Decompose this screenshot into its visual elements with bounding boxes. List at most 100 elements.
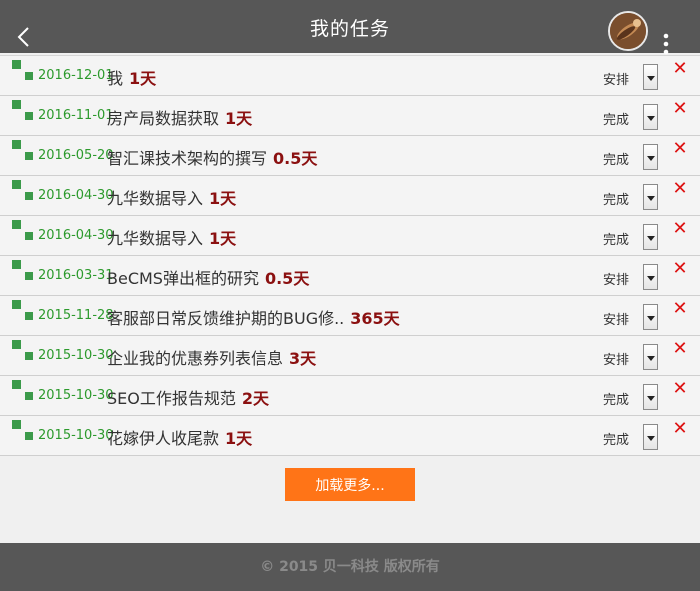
task-date: 2016-03-31 — [38, 268, 114, 283]
app-header: 我的任务 — [0, 0, 700, 55]
green-square-icon — [12, 300, 21, 309]
load-more-button[interactable]: 加载更多... — [285, 468, 415, 501]
task-row[interactable]: 2016-04-30 九华数据导入 1天 完成 ✕ — [0, 176, 700, 216]
green-square-icon — [25, 72, 33, 80]
green-square-icon — [12, 180, 21, 189]
task-name[interactable]: 九华数据导入 — [107, 189, 203, 208]
status-select[interactable] — [643, 264, 658, 290]
task-date: 2015-10-30 — [38, 388, 114, 403]
task-status: 完成 — [603, 433, 630, 448]
task-row[interactable]: 2016-05-20 智汇课技术架构的撰写 0.5天 完成 ✕ — [0, 136, 700, 176]
green-square-icon — [12, 100, 21, 109]
green-square-icon — [25, 192, 33, 200]
task-date: 2016-12-01 — [38, 68, 114, 83]
task-name[interactable]: 我 — [107, 69, 123, 88]
task-name[interactable]: 九华数据导入 — [107, 229, 203, 248]
task-duration: 1天 — [129, 69, 157, 88]
task-status: 安排 — [603, 313, 630, 328]
green-square-icon — [12, 340, 21, 349]
task-name-wrap[interactable]: 我 1天 — [107, 65, 156, 89]
task-name-wrap[interactable]: 花嫁伊人收尾款 1天 — [107, 425, 252, 449]
task-name-wrap[interactable]: 企业我的优惠券列表信息 3天 — [107, 345, 316, 369]
delete-icon[interactable]: ✕ — [672, 140, 688, 158]
green-square-icon — [25, 432, 33, 440]
status-select[interactable] — [643, 344, 658, 370]
task-name[interactable]: 企业我的优惠券列表信息 — [107, 349, 283, 368]
status-select[interactable] — [643, 184, 658, 210]
task-duration: 1天 — [225, 109, 253, 128]
task-duration: 365天 — [350, 309, 400, 328]
task-duration: 3天 — [289, 349, 317, 368]
delete-icon[interactable]: ✕ — [672, 180, 688, 198]
task-duration: 0.5天 — [273, 149, 318, 168]
delete-icon[interactable]: ✕ — [672, 340, 688, 358]
status-select[interactable] — [643, 64, 658, 90]
delete-icon[interactable]: ✕ — [672, 220, 688, 238]
status-select[interactable] — [643, 424, 658, 450]
page-title: 我的任务 — [309, 18, 390, 40]
task-status: 安排 — [603, 273, 630, 288]
task-status: 完成 — [603, 113, 630, 128]
task-list: 2016-12-01 我 1天 安排 ✕ 2016-11-01 房产局数据获取 1天… — [0, 55, 700, 456]
task-name-wrap[interactable]: 智汇课技术架构的撰写 0.5天 — [107, 145, 317, 169]
green-square-icon — [25, 232, 33, 240]
task-status: 完成 — [603, 233, 630, 248]
task-status: 安排 — [603, 73, 630, 88]
task-name-wrap[interactable]: 九华数据导入 1天 — [107, 185, 236, 209]
task-row[interactable]: 2015-10-30 企业我的优惠券列表信息 3天 安排 ✕ — [0, 336, 700, 376]
task-name-wrap[interactable]: 九华数据导入 1天 — [107, 225, 236, 249]
task-duration: 2天 — [241, 389, 270, 408]
task-name[interactable]: 房产局数据获取 — [107, 109, 219, 128]
task-row[interactable]: 2016-03-31 BeCMS弹出框的研究 0.5天 安排 ✕ — [0, 256, 700, 296]
footer: © 2015 贝一科技 版权所有 — [0, 543, 700, 591]
delete-icon[interactable]: ✕ — [672, 300, 688, 318]
task-status: 完成 — [603, 193, 630, 208]
status-select[interactable] — [643, 304, 658, 330]
task-row[interactable]: 2016-12-01 我 1天 安排 ✕ — [0, 55, 700, 96]
task-name-wrap[interactable]: SEO工作报告规范 2天 — [107, 385, 269, 409]
task-date: 2016-11-01 — [38, 108, 114, 123]
task-status: 完成 — [603, 153, 630, 168]
green-square-icon — [25, 152, 33, 160]
status-select[interactable] — [643, 224, 658, 250]
task-name[interactable]: BeCMS弹出框的研究 — [107, 269, 259, 288]
task-row[interactable]: 2015-10-30 花嫁伊人收尾款 1天 完成 ✕ — [0, 416, 700, 456]
green-square-icon — [12, 60, 21, 69]
green-square-icon — [25, 112, 33, 120]
green-square-icon — [25, 392, 33, 400]
task-name-wrap[interactable]: BeCMS弹出框的研究 0.5天 — [107, 265, 309, 289]
task-date: 2016-04-30 — [38, 228, 114, 243]
status-select[interactable] — [643, 384, 658, 410]
task-row[interactable]: 2016-04-30 九华数据导入 1天 完成 ✕ — [0, 216, 700, 256]
green-square-icon — [25, 272, 33, 280]
green-square-icon — [12, 140, 21, 149]
green-square-icon — [12, 380, 21, 389]
task-date: 2015-11-28 — [38, 308, 114, 323]
green-square-icon — [12, 220, 21, 229]
avatar[interactable] — [608, 11, 648, 51]
delete-icon[interactable]: ✕ — [672, 420, 688, 438]
status-select[interactable] — [643, 104, 658, 130]
status-select[interactable] — [643, 144, 658, 170]
more-vertical-icon[interactable] — [659, 33, 673, 55]
green-square-icon — [12, 260, 21, 269]
task-duration: 0.5天 — [264, 269, 310, 288]
delete-icon[interactable]: ✕ — [672, 380, 688, 398]
task-name[interactable]: 智汇课技术架构的撰写 — [107, 149, 267, 168]
task-status: 安排 — [603, 353, 630, 368]
green-square-icon — [25, 352, 33, 360]
avatar-image — [610, 13, 646, 49]
task-name[interactable]: SEO工作报告规范 — [107, 389, 236, 408]
delete-icon[interactable]: ✕ — [672, 260, 688, 278]
task-date: 2016-04-30 — [38, 188, 114, 203]
task-name-wrap[interactable]: 房产局数据获取 1天 — [107, 105, 252, 129]
green-square-icon — [12, 420, 21, 429]
task-name[interactable]: 客服部日常反馈维护期的BUG修.. — [107, 309, 344, 328]
delete-icon[interactable]: ✕ — [672, 100, 688, 118]
task-name[interactable]: 花嫁伊人收尾款 — [107, 429, 219, 448]
task-row[interactable]: 2016-11-01 房产局数据获取 1天 完成 ✕ — [0, 96, 700, 136]
delete-icon[interactable]: ✕ — [672, 60, 688, 78]
task-row[interactable]: 2015-10-30 SEO工作报告规范 2天 完成 ✕ — [0, 376, 700, 416]
task-name-wrap[interactable]: 客服部日常反馈维护期的BUG修.. 365天 — [107, 305, 400, 329]
task-row[interactable]: 2015-11-28 客服部日常反馈维护期的BUG修.. 365天 安排 ✕ — [0, 296, 700, 336]
